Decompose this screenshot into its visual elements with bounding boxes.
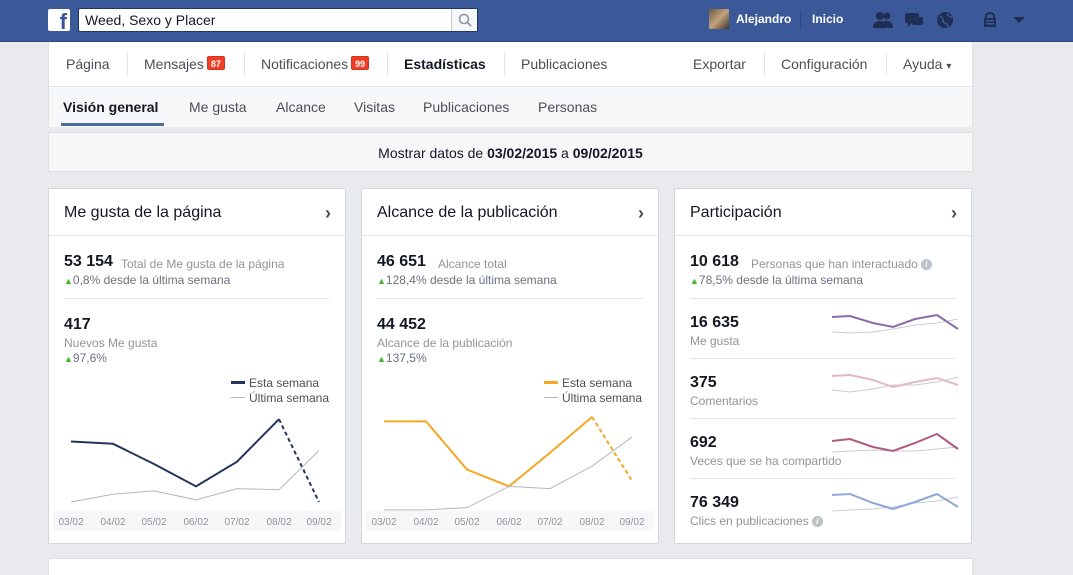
tab-mensajes[interactable]: Mensajes 87	[144, 42, 225, 87]
tab-divider	[387, 52, 388, 76]
subtab-alcance[interactable]: Alcance	[276, 87, 326, 127]
account-menu-chevron-down-icon[interactable]	[1008, 10, 1030, 30]
main-tabs: Página Mensajes 87 Notificaciones 99 Estad…	[49, 42, 972, 87]
subtab-me-gusta[interactable]: Me gusta	[189, 87, 247, 127]
tab-mensajes-label: Mensajes	[144, 56, 204, 72]
likes-line-chart: 03/02 04/02 05/02 06/02 07/02 08/02 09/02	[58, 418, 332, 528]
tab-ayuda[interactable]: Ayuda ▾	[903, 42, 951, 87]
series-this-week-partial-segment	[278, 418, 320, 503]
x-tick-label: 09/02	[306, 517, 331, 528]
series-this-week-line	[70, 418, 280, 488]
subtab-visitas[interactable]: Visitas	[354, 87, 395, 127]
date-range-middle: a	[557, 145, 573, 161]
search-input[interactable]	[79, 9, 449, 31]
ayuda-caret-icon: ▾	[946, 61, 952, 72]
date-from: 03/02/2015	[487, 145, 558, 161]
tab-divider	[127, 52, 128, 76]
x-tick-label: 05/02	[454, 517, 479, 528]
x-tick-label: 04/02	[413, 517, 438, 528]
avatar[interactable]	[709, 9, 729, 29]
series-last-week-line	[70, 450, 320, 503]
date-to: 09/02/2015	[572, 145, 643, 161]
x-tick-label: 06/02	[183, 517, 208, 528]
tab-pagina[interactable]: Página	[66, 42, 110, 87]
engagement-sparklines	[831, 313, 959, 512]
tab-notificaciones[interactable]: Notificaciones 99	[261, 42, 370, 87]
search-icon	[458, 13, 472, 27]
x-tick-label: 05/02	[141, 517, 166, 528]
x-tick-label: 07/02	[537, 517, 562, 528]
page-likes-card: Me gusta de la página › 53 154 Total de …	[48, 188, 346, 544]
subtab-publicaciones[interactable]: Publicaciones	[423, 87, 509, 127]
x-tick-label: 08/02	[579, 517, 604, 528]
tab-configuracion[interactable]: Configuración	[781, 42, 867, 87]
search-button[interactable]	[451, 9, 477, 31]
subtab-personas[interactable]: Personas	[538, 87, 597, 127]
home-link[interactable]: Inicio	[812, 12, 843, 26]
bottom-panel	[48, 558, 973, 575]
x-tick-label: 09/02	[619, 517, 644, 528]
facebook-logo-icon[interactable]: f	[48, 9, 70, 33]
date-range-bar: Mostrar datos de 03/02/2015 a 09/02/2015	[48, 132, 973, 172]
topbar-divider	[800, 11, 801, 29]
search-box	[78, 8, 478, 32]
series-last-week-line	[384, 436, 633, 511]
tab-divider	[886, 52, 887, 76]
x-tick-label: 07/02	[224, 517, 249, 528]
x-tick-label: 03/02	[371, 517, 396, 528]
notifications-globe-icon[interactable]	[934, 10, 956, 30]
subtab-vision-general[interactable]: Visión general	[63, 87, 158, 127]
messages-icon[interactable]	[903, 10, 925, 30]
tab-estadisticas[interactable]: Estadísticas	[404, 42, 486, 87]
x-tick-label: 06/02	[496, 517, 521, 528]
tab-divider	[504, 52, 505, 76]
engagement-card: Participación › 10 618 Personas que han …	[674, 188, 972, 544]
tab-publicaciones[interactable]: Publicaciones	[521, 42, 607, 87]
insights-subtabs: Visión general Me gusta Alcance Visitas …	[49, 87, 972, 127]
profile-link[interactable]: Alejandro	[736, 12, 791, 26]
tab-exportar[interactable]: Exportar	[693, 42, 746, 87]
x-tick-label: 03/02	[58, 517, 83, 528]
tab-notificaciones-label: Notificaciones	[261, 56, 349, 72]
friend-requests-icon[interactable]	[872, 10, 894, 30]
series-this-week-line	[384, 416, 593, 488]
x-tick-label: 04/02	[100, 517, 125, 528]
x-tick-label: 08/02	[266, 517, 291, 528]
post-reach-card: Alcance de la publicación › 46 651 Alcan…	[361, 188, 659, 544]
sparkline-this-week	[831, 313, 959, 330]
tab-divider	[244, 52, 245, 76]
reach-line-chart: 03/02 04/02 05/02 06/02 07/02 08/02 09/02	[371, 416, 645, 528]
tab-ayuda-label: Ayuda	[903, 56, 943, 72]
privacy-shortcuts-icon[interactable]	[980, 10, 1002, 30]
mensajes-count-badge: 87	[206, 56, 225, 70]
notificaciones-count-badge: 99	[351, 56, 370, 70]
top-navigation-bar: f Alejandro Inicio	[0, 0, 1073, 42]
date-range-prefix: Mostrar datos de	[378, 145, 488, 161]
tab-divider	[764, 52, 765, 76]
series-this-week-partial-segment	[591, 416, 633, 482]
active-subtab-underline	[61, 123, 164, 126]
page-tabs-panel: Página Mensajes 87 Notificaciones 99 Estad…	[48, 42, 973, 127]
